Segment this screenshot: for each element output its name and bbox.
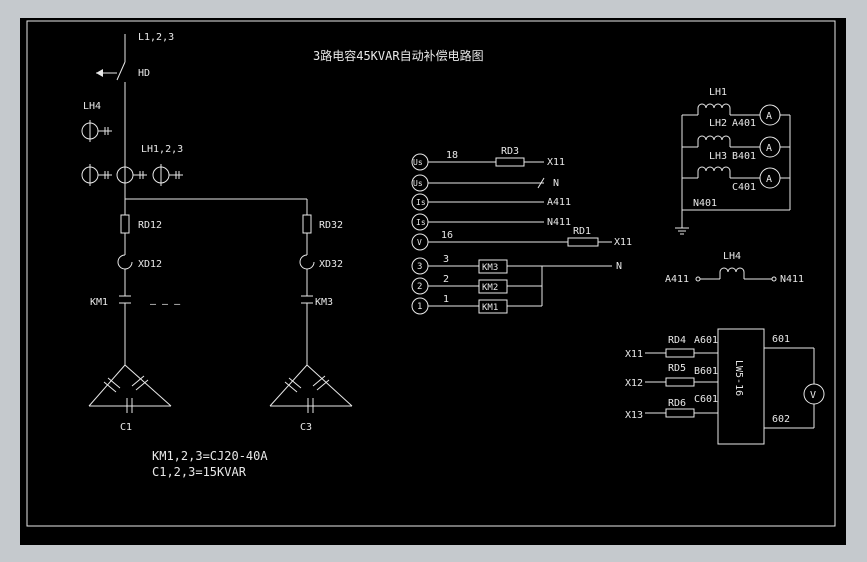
terminal-2-end: N [553,178,559,189]
note-capacitor-spec: C1,2,3=15KVAR [152,465,247,479]
lh4-left-label: A411 [665,274,689,285]
ct-coil-lh3-icon [697,166,731,172]
hd-switch-arrow-icon [96,69,103,77]
ammeter-3-label: A [766,174,772,185]
lh4-right-label: N411 [780,274,804,285]
ct-lh2-icon [116,166,147,184]
ammeter-1-label: A [766,111,772,122]
capacitor-c1-icon [88,364,172,413]
terminal-1-wire: 18 [446,150,458,161]
coil-km2-label: KM2 [482,283,498,293]
ct-lh3-label: LH3 [709,151,727,162]
terminal-5-wire: 16 [441,230,453,241]
terminal-4-end: N411 [547,217,571,228]
cad-window: 3路电容45KVAR自动补偿电路图 L1,2,3 HD LH4 LH1,2,3 … [0,0,867,562]
ct-lh1-label: LH1 [709,87,727,98]
lh4-circuit: A411 LH4 N411 [665,251,804,285]
fuse-rd6 [665,408,695,418]
omitted-branch-gap: — — — [150,299,181,310]
input-x11-label: X11 [625,349,643,360]
ct-coil-lh4-icon [719,267,745,273]
terminal-6-symbol: 3 [417,262,422,272]
coil-km1-label: KM1 [482,303,498,313]
drawing-canvas[interactable]: 3路电容45KVAR自动补偿电路图 L1,2,3 HD LH4 LH1,2,3 … [20,18,846,545]
ct-coil-lh1-icon [697,103,731,109]
terminal-6-end: N [616,261,622,272]
switch-lw5-16-label: LW5-16 [733,360,744,396]
fuse-rd3 [495,157,525,167]
ammeter-circuit: N401 LH1 A LH2 A401 A LH3 B401 A C401 [675,87,791,235]
wire-b401-label: B401 [732,151,756,162]
terminal-6-wire: 3 [443,254,449,265]
ct-lh1-icon [81,164,112,186]
ct-lh2-label: LH2 [709,118,727,129]
ct-lh3-icon [152,164,183,186]
lamp-xd12-label: XD12 [138,259,162,270]
fuse-rd5-label: RD5 [668,363,686,374]
terminal-3-symbol: Is [416,198,426,207]
wire-b601-label: B601 [694,366,718,377]
voltmeter-label: V [810,390,816,401]
fuse-rd12-label: RD12 [138,220,162,231]
lamp-xd32-icon [299,254,315,270]
wire-a601-label: A601 [694,335,718,346]
terminal-8-wire: 1 [443,294,449,305]
ammeter-2-label: A [766,143,772,154]
fuse-rd32-label: RD32 [319,220,343,231]
fuse-rd4-label: RD4 [668,335,686,346]
fuse-rd6-label: RD6 [668,398,686,409]
lh4-label: LH4 [723,251,741,262]
capacitor-c1-label: C1 [120,422,132,433]
fuse-rd1 [567,237,599,247]
coil-km3-label: KM3 [482,263,498,273]
terminal-2-symbol: Us [413,179,423,188]
fuse-rd32 [302,214,312,234]
ct-lh4-label: LH4 [83,101,101,112]
terminal-8-symbol: 1 [417,302,422,312]
terminal-7-wire: 2 [443,274,449,285]
hd-switch-blade [116,61,126,81]
capacitor-c3-icon [269,364,353,413]
fuse-rd4 [665,348,695,358]
capacitor-c3-label: C3 [300,422,312,433]
drawing-title: 3路电容45KVAR自动补偿电路图 [313,48,484,63]
ct-group-label: LH1,2,3 [141,144,183,155]
lamp-xd12-icon [117,254,133,270]
main-circuit: L1,2,3 HD LH4 LH1,2,3 RD12 XD12 KM1 — — … [81,32,353,479]
output-601-label: 601 [772,334,790,345]
terminal-1-symbol: Us [413,158,423,167]
fuse-rd5 [665,377,695,387]
voltmeter-circuit: LW5-16 X11 RD4 A601 X12 RD5 B601 X13 RD6… [625,328,825,445]
wire-a401-label: A401 [732,118,756,129]
wire-c401-label: C401 [732,182,756,193]
neutral-n401-label: N401 [693,198,717,209]
input-x12-label: X12 [625,378,643,389]
fuse-rd3-label: RD3 [501,146,519,157]
fuse-rd1-label: RD1 [573,226,591,237]
fuse-rd12 [120,214,130,234]
terminal-5-symbol: V [417,238,422,247]
switch-label: HD [138,68,150,79]
terminal-1-end: X11 [547,157,565,168]
circuit-diagram: 3路电容45KVAR自动补偿电路图 L1,2,3 HD LH4 LH1,2,3 … [26,20,836,527]
terminal-3-end: A411 [547,197,571,208]
output-602-label: 602 [772,414,790,425]
contactor-km1-label: KM1 [90,297,108,308]
terminal-7-symbol: 2 [417,282,422,292]
input-x13-label: X13 [625,410,643,421]
source-label: L1,2,3 [138,32,174,43]
terminal-5-end: X11 [614,237,632,248]
terminal-4-symbol: Is [416,218,426,227]
ct-coil-lh2-icon [697,135,731,141]
controller-terminals: Us 18 RD3 X11 Us N Is A411 Is N411 V 16 … [411,146,632,315]
wire-c601-label: C601 [694,394,718,405]
contactor-km3-label: KM3 [315,297,333,308]
note-contactor-spec: KM1,2,3=CJ20-40A [152,449,268,463]
lamp-xd32-label: XD32 [319,259,343,270]
